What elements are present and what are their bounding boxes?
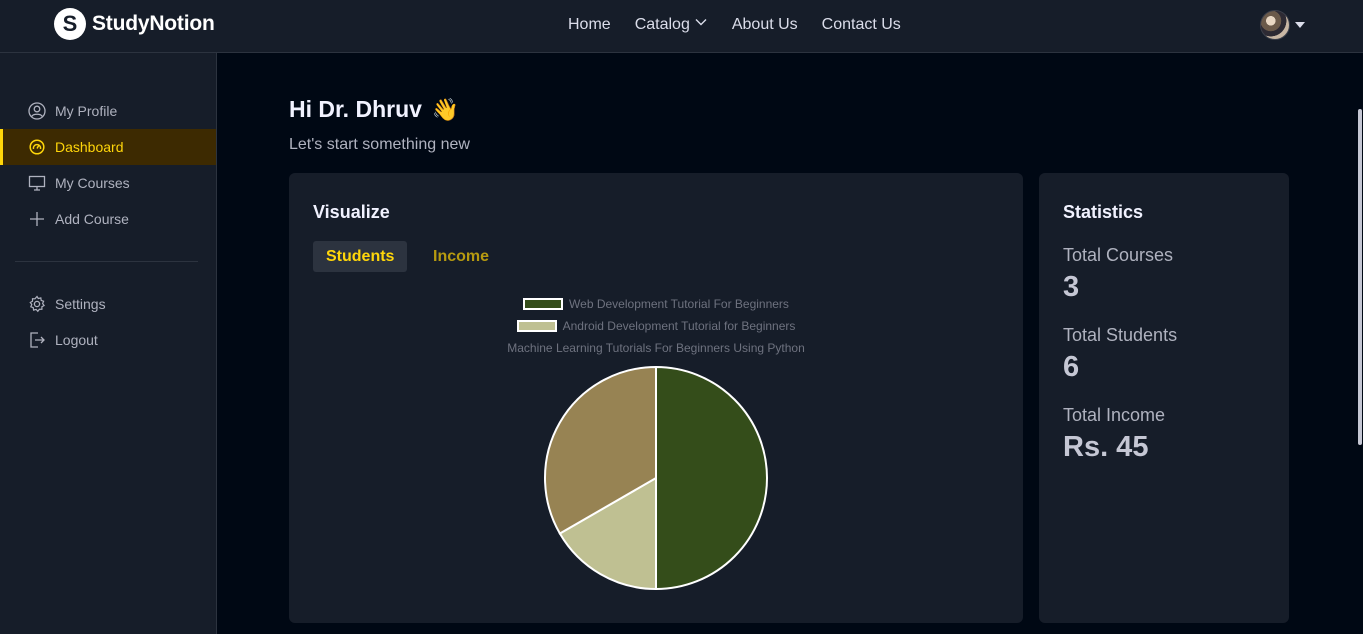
chevron-down-icon	[694, 15, 708, 34]
sidebar-item-settings[interactable]: Settings	[0, 286, 216, 322]
sidebar: My Profile Dashboard My Courses Add Cour…	[0, 53, 217, 634]
logo-icon: S	[54, 8, 86, 40]
nav-link-contact[interactable]: Contact Us	[822, 15, 901, 34]
nav-link-catalog-label: Catalog	[634, 15, 690, 33]
sidebar-item-my-courses[interactable]: My Courses	[0, 165, 216, 201]
sidebar-item-label: Add Course	[55, 211, 129, 227]
sidebar-item-label: Logout	[55, 332, 98, 348]
stat-value-total-courses: 3	[1063, 271, 1080, 303]
dashboard-gauge-icon	[28, 138, 46, 156]
legend-swatch	[516, 320, 557, 332]
students-pie-chart	[544, 365, 768, 591]
user-circle-icon	[28, 102, 46, 120]
nav-link-home[interactable]: Home	[568, 15, 611, 34]
scrollbar-thumb[interactable]	[1358, 109, 1362, 445]
legend-item[interactable]: Web Development Tutorial For Beginners	[289, 297, 1023, 311]
visualize-title: Visualize	[313, 202, 390, 222]
gear-icon	[28, 295, 46, 313]
brand-name: StudyNotion	[92, 12, 215, 35]
sidebar-item-logout[interactable]: Logout	[0, 322, 216, 358]
logout-icon	[28, 331, 46, 349]
top-navbar: S StudyNotion Home Catalog About Us Cont…	[0, 0, 1363, 53]
caret-down-icon	[1295, 22, 1305, 28]
sidebar-item-label: My Courses	[55, 175, 130, 191]
plus-icon	[28, 210, 46, 228]
sidebar-item-label: Dashboard	[55, 139, 124, 155]
page-subtitle: Let's start something new	[289, 136, 470, 153]
wave-emoji-icon: 👋	[431, 96, 460, 122]
sidebar-item-add-course[interactable]: Add Course	[0, 201, 216, 237]
nav-links: Home Catalog About Us Contact Us	[568, 15, 925, 34]
visualize-card: Visualize Students Income Web Developmen…	[289, 173, 1023, 623]
greeting-text: Hi Dr. Dhruv	[289, 96, 422, 122]
nav-link-about[interactable]: About Us	[732, 15, 798, 34]
statistics-title: Statistics	[1063, 202, 1144, 222]
statistics-card: Statistics Total Courses 3 Total Student…	[1039, 173, 1289, 623]
pie-slice[interactable]	[655, 365, 768, 591]
legend-item[interactable]: Android Development Tutorial for Beginne…	[289, 319, 1023, 333]
brand-logo[interactable]: S StudyNotion	[54, 8, 215, 40]
page-scrollbar[interactable]	[1357, 53, 1363, 634]
stat-value-total-income: Rs. 45	[1063, 431, 1149, 463]
sidebar-divider	[15, 261, 198, 262]
monitor-icon	[28, 174, 46, 192]
stat-label-total-income: Total Income	[1063, 405, 1166, 425]
stat-label-total-courses: Total Courses	[1063, 245, 1174, 265]
stat-value-total-students: 6	[1063, 351, 1080, 383]
profile-dropdown[interactable]	[1260, 10, 1305, 40]
sidebar-item-my-profile[interactable]: My Profile	[0, 93, 216, 129]
legend-label: Web Development Tutorial For Beginners	[569, 297, 789, 311]
avatar	[1260, 10, 1290, 40]
nav-link-catalog[interactable]: Catalog	[635, 15, 708, 34]
legend-swatch	[523, 298, 564, 310]
stat-label-total-students: Total Students	[1063, 325, 1178, 345]
sidebar-item-label: My Profile	[55, 103, 118, 119]
legend-label: Machine Learning Tutorials For Beginners…	[507, 341, 805, 355]
sidebar-item-dashboard[interactable]: Dashboard	[0, 129, 216, 165]
legend-label: Android Development Tutorial for Beginne…	[562, 319, 796, 333]
tab-students[interactable]: Students	[313, 241, 408, 272]
sidebar-item-label: Settings	[55, 296, 106, 312]
legend-item[interactable]: Machine Learning Tutorials For Beginners…	[289, 341, 1023, 355]
tab-income[interactable]: Income	[420, 241, 502, 272]
page-title: Hi Dr. Dhruv 👋	[289, 96, 459, 123]
